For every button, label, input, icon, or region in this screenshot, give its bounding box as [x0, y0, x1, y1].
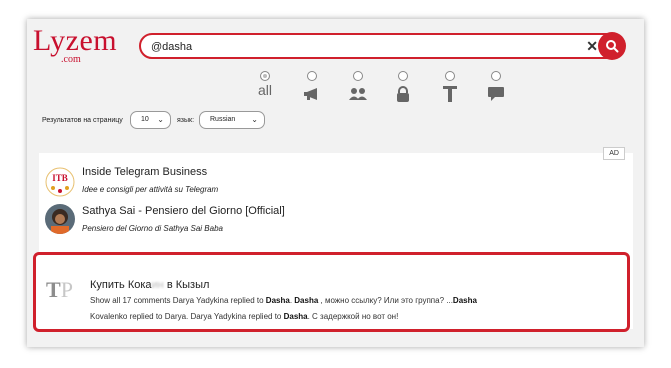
filter-messages-radio[interactable]	[491, 71, 501, 81]
filter-groups-radio[interactable]	[353, 71, 363, 81]
app-window: Lyzem .com ✕ all	[27, 19, 644, 347]
search-bar: ✕	[139, 32, 626, 60]
tp-logo-icon: TP	[46, 277, 73, 302]
filter-all[interactable]: all	[250, 71, 280, 99]
profile-photo-icon	[45, 204, 75, 234]
chevron-down-icon: ⌄	[251, 115, 258, 124]
people-icon	[349, 88, 367, 100]
filter-all-radio[interactable]	[260, 71, 270, 81]
avatar[interactable]: ITB	[45, 167, 75, 197]
itb-logo-text: ITB	[52, 173, 68, 183]
result-description: Pensiero del Giorno di Sathya Sai Baba	[82, 224, 223, 233]
result-title[interactable]: Inside Telegram Business	[82, 166, 207, 178]
highlighted-result[interactable]: TP Купить Кокаин в Кызыл Show all 17 com…	[33, 252, 630, 332]
search-icon	[606, 40, 619, 53]
language-label: язык:	[177, 117, 195, 124]
result-snippet-line-1: Show all 17 comments Darya Yadykina repl…	[90, 296, 477, 305]
logo-domain: .com	[61, 54, 81, 65]
filter-channels-radio[interactable]	[307, 71, 317, 81]
filter-private[interactable]	[388, 71, 418, 103]
filter-messages[interactable]	[481, 71, 511, 103]
search-button[interactable]	[598, 32, 626, 60]
avatar[interactable]	[45, 204, 75, 234]
filter-groups[interactable]	[343, 71, 373, 103]
filter-channels[interactable]	[297, 71, 327, 103]
search-input[interactable]	[149, 38, 583, 56]
filter-text-radio[interactable]	[445, 71, 455, 81]
per-page-label: Результатов на страницу	[42, 117, 123, 124]
filter-text[interactable]	[435, 71, 465, 103]
itb-logo-icon: ITB	[45, 167, 75, 197]
lock-icon	[397, 86, 409, 102]
result-snippet-line-2: Kovalenko replied to Darya. Darya Yadyki…	[90, 312, 399, 321]
language-select[interactable]: Russian ⌄	[199, 111, 265, 129]
language-value: Russian	[210, 116, 236, 123]
lyzem-logo[interactable]: Lyzem	[33, 26, 117, 56]
megaphone-icon	[304, 88, 317, 100]
text-icon	[443, 86, 457, 102]
per-page-select[interactable]: 10 ⌄	[130, 111, 171, 129]
filter-private-radio[interactable]	[398, 71, 408, 81]
filter-all-label: all	[257, 82, 272, 98]
result-description: Idee e consigli per attività su Telegram	[82, 185, 219, 194]
chevron-down-icon: ⌄	[157, 115, 164, 124]
result-title[interactable]: Sathya Sai - Pensiero del Giorno [Offici…	[82, 205, 285, 217]
chat-bubble-icon	[488, 87, 504, 101]
close-icon[interactable]: ✕	[586, 38, 598, 54]
ad-badge: AD	[603, 147, 625, 160]
per-page-value: 10	[141, 116, 149, 123]
blurred-text: ин	[151, 279, 164, 291]
result-title[interactable]: Купить Кокаин в Кызыл	[90, 279, 209, 291]
